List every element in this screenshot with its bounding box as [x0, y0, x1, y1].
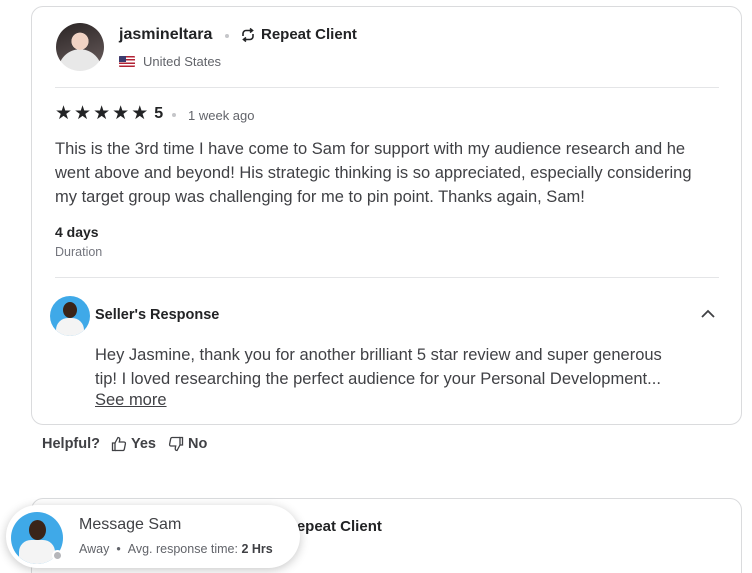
seller-avatar [50, 296, 90, 336]
seller-response-title: Seller's Response [95, 307, 220, 323]
message-seller-popup[interactable]: Message Sam Away • Avg. response time: 2… [6, 505, 300, 568]
reviewer-avatar[interactable] [56, 23, 104, 71]
helpful-yes-label: Yes [131, 436, 156, 452]
star-icon: ★ [55, 103, 73, 124]
duration-value: 4 days [55, 224, 99, 240]
country-label: United States [143, 54, 222, 69]
rating-row: ★ ★ ★ ★ ★ 5 [55, 104, 163, 123]
divider [55, 87, 719, 88]
rating-value: 5 [154, 104, 164, 122]
helpful-yes-button[interactable]: Yes [111, 436, 156, 452]
see-more-link[interactable]: See more [95, 391, 167, 410]
review-card: jasmineltara Repeat Client United States… [31, 6, 742, 425]
review-time: 1 week ago [188, 108, 255, 123]
response-time-value: 2 Hrs [241, 542, 273, 556]
star-icon: ★ [112, 103, 130, 124]
star-icon: ★ [74, 103, 92, 124]
review-text: This is the 3rd time I have come to Sam … [55, 140, 692, 206]
seller-availability: Away • Avg. response time: 2 Hrs [79, 542, 273, 556]
seller-response-line: tip! I loved researching the perfect aud… [95, 370, 661, 388]
separator-dot: • [116, 542, 121, 556]
repeat-client-badge: Repeat Client [240, 26, 357, 43]
star-icon: ★ [131, 103, 149, 124]
seller-status: Away [79, 542, 110, 556]
seller-response-text: Hey Jasmine, thank you for another brill… [95, 343, 705, 391]
duration-label: Duration [55, 245, 103, 259]
separator-dot [172, 113, 176, 117]
star-rating: ★ ★ ★ ★ ★ [55, 104, 148, 123]
chevron-up-icon[interactable] [699, 305, 717, 323]
thumbs-down-icon [168, 436, 184, 452]
away-status-dot [52, 550, 63, 561]
us-flag-icon [119, 56, 135, 67]
divider [55, 277, 719, 278]
helpful-no-button[interactable]: No [168, 436, 207, 452]
reviewer-name[interactable]: jasmineltara [119, 26, 212, 44]
helpful-label: Helpful? [42, 436, 100, 452]
repeat-client-label: Repeat Client [286, 518, 382, 535]
separator-dot [225, 34, 229, 38]
helpful-no-label: No [188, 436, 208, 452]
repeat-client-label: Repeat Client [261, 26, 357, 43]
response-time-label: Avg. response time: [127, 542, 238, 556]
helpful-row: Helpful? Yes No [42, 436, 219, 452]
thumbs-up-icon [111, 436, 127, 452]
seller-response-line: Hey Jasmine, thank you for another brill… [95, 346, 662, 364]
star-icon: ★ [93, 103, 111, 124]
repeat-client-badge: Repeat Client [286, 518, 382, 535]
message-seller-title: Message Sam [79, 516, 182, 533]
repeat-icon [242, 27, 254, 42]
reviewer-country: United States [119, 54, 221, 69]
